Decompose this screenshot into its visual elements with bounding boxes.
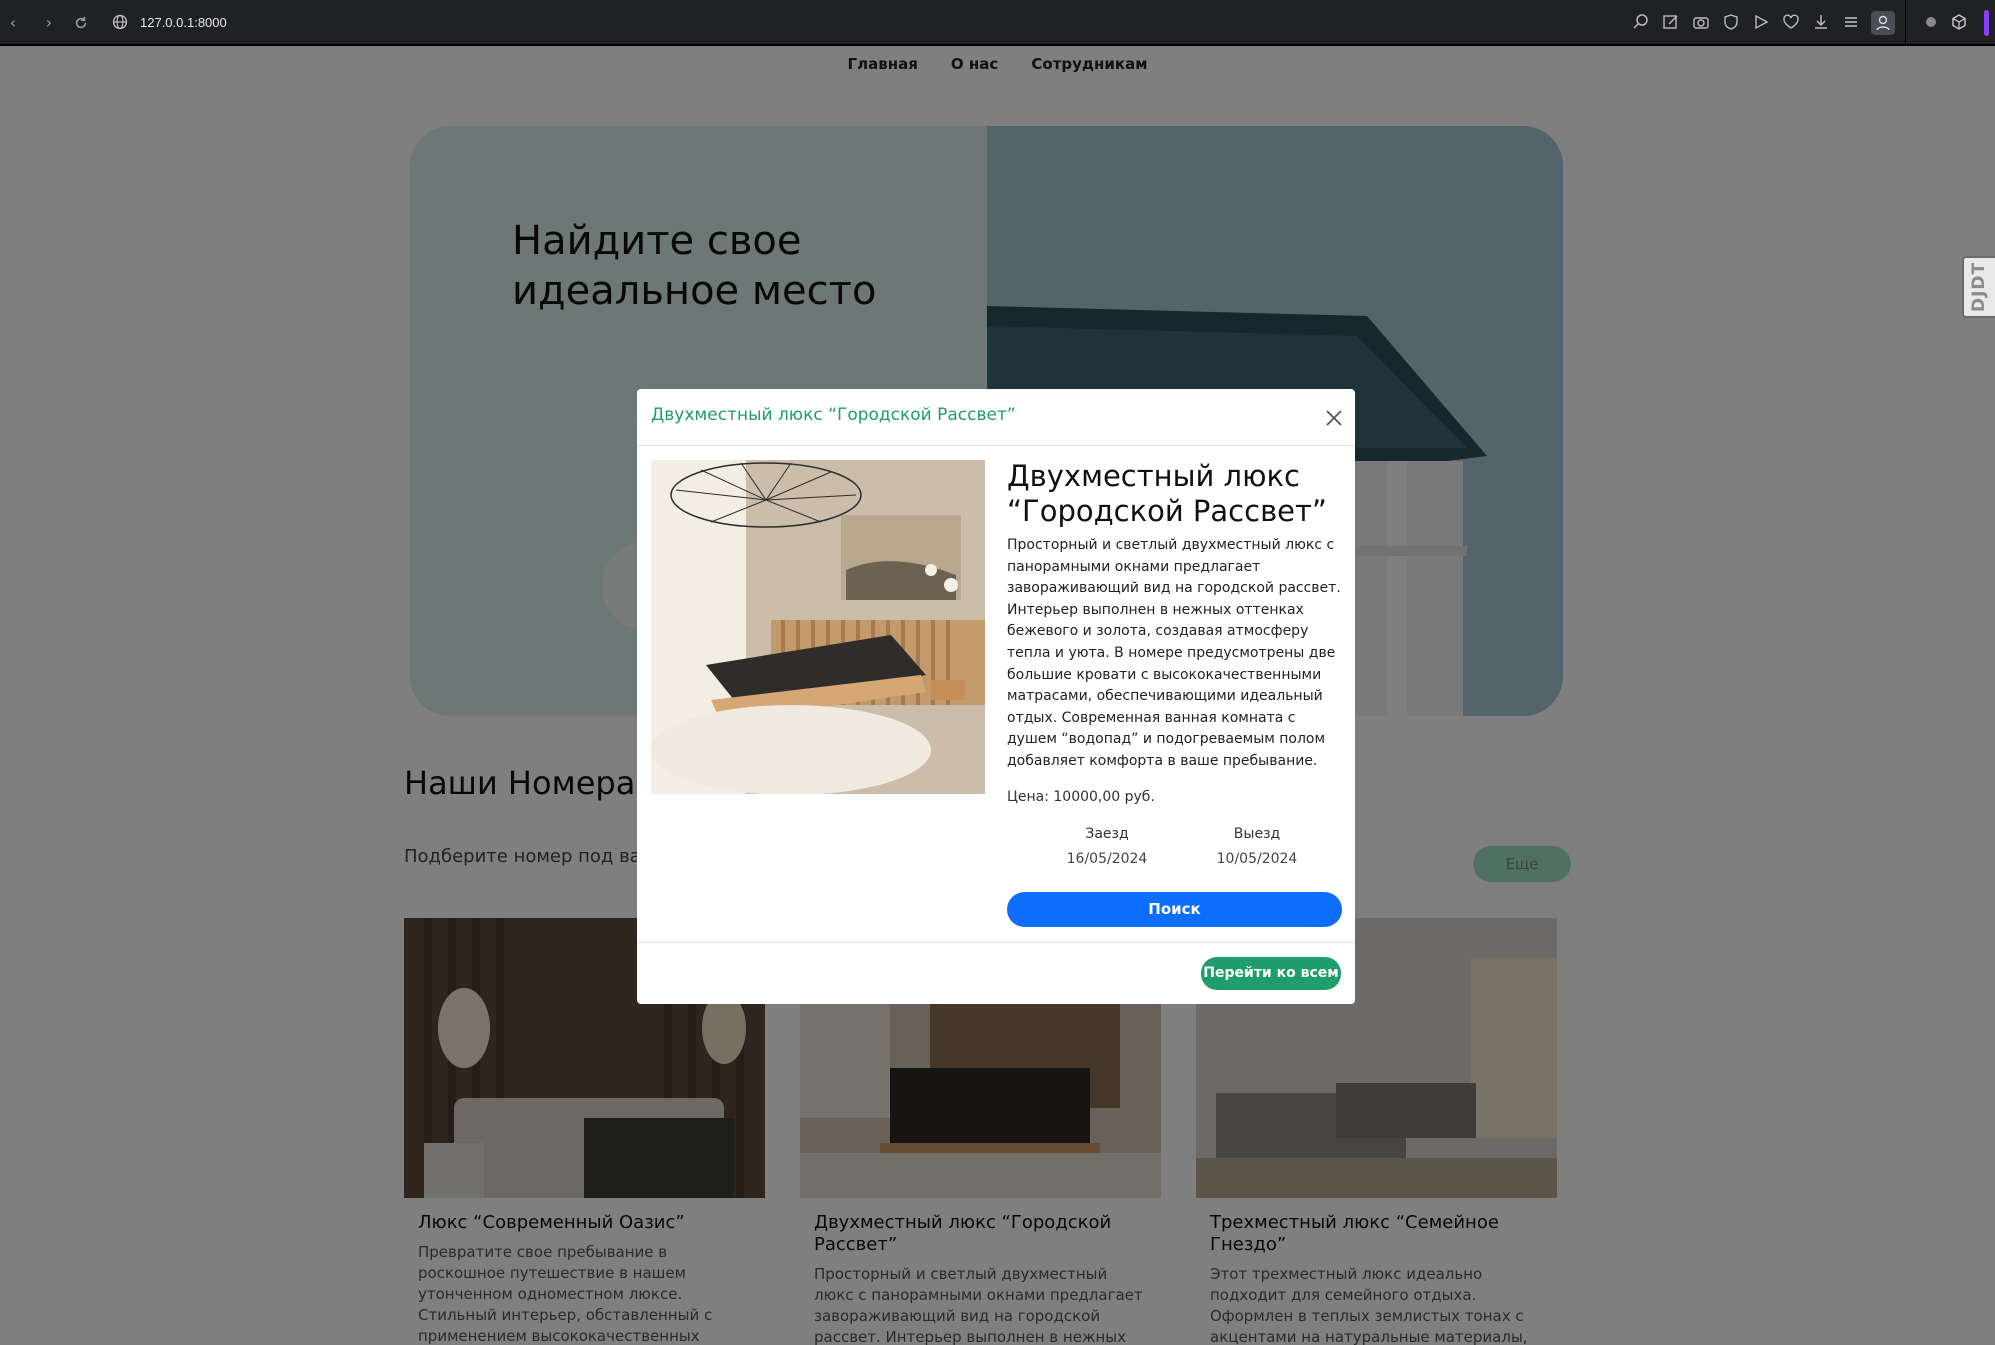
- toolbar-separator: [1905, 0, 1906, 44]
- room-title: Двухместный люкс “Городской Рассвет”: [1007, 459, 1327, 528]
- modal-header: Двухместный люкс “Городской Рассвет”: [637, 389, 1355, 446]
- play-icon[interactable]: [1752, 13, 1772, 33]
- goto-all-button[interactable]: Перейти ко всем: [1201, 957, 1341, 990]
- download-icon[interactable]: [1812, 13, 1832, 33]
- menu-icon[interactable]: [1842, 13, 1862, 33]
- edit-icon[interactable]: [1662, 13, 1682, 33]
- modal-title: Двухместный люкс “Городской Рассвет”: [651, 405, 1016, 425]
- cube-icon[interactable]: [1950, 13, 1970, 33]
- checkin-block[interactable]: Заезд 16/05/2024: [1032, 826, 1182, 867]
- heart-icon[interactable]: [1782, 13, 1802, 33]
- room-description: Просторный и светлый двухместный люкс с …: [1007, 537, 1341, 769]
- extension-icon[interactable]: [1922, 13, 1942, 33]
- checkin-label: Заезд: [1085, 826, 1129, 842]
- checkout-block[interactable]: Выезд 10/05/2024: [1182, 826, 1332, 867]
- room-modal: Двухместный люкс “Городской Рассвет” Дву…: [637, 389, 1355, 1004]
- globe-icon: [112, 14, 128, 30]
- debug-toolbar-label: DJDT: [1969, 261, 1989, 312]
- modal-footer-divider: [637, 942, 1355, 943]
- room-photo: [651, 460, 985, 794]
- accent-strip: [1984, 10, 1989, 36]
- search-button[interactable]: Поиск: [1007, 892, 1342, 927]
- url-text: 127.0.0.1:8000: [140, 15, 227, 30]
- address-bar[interactable]: 127.0.0.1:8000: [104, 9, 1644, 37]
- profile-icon[interactable]: [1871, 11, 1895, 35]
- forward-icon[interactable]: ›: [38, 12, 60, 34]
- camera-icon[interactable]: [1692, 13, 1712, 33]
- checkin-date[interactable]: 16/05/2024: [1032, 851, 1182, 867]
- debug-toolbar-handle[interactable]: DJDT: [1962, 256, 1995, 318]
- browser-toolbar: ‹ › 127.0.0.1:8000: [0, 0, 1995, 46]
- room-price: Цена: 10000,00 руб.: [1007, 789, 1155, 805]
- back-icon[interactable]: ‹: [2, 12, 24, 34]
- reload-icon[interactable]: [70, 12, 92, 34]
- close-icon[interactable]: [1323, 407, 1345, 429]
- zoom-icon[interactable]: [1632, 13, 1652, 33]
- shield-icon[interactable]: [1722, 13, 1742, 33]
- checkout-date[interactable]: 10/05/2024: [1182, 851, 1332, 867]
- checkout-label: Выезд: [1233, 826, 1281, 842]
